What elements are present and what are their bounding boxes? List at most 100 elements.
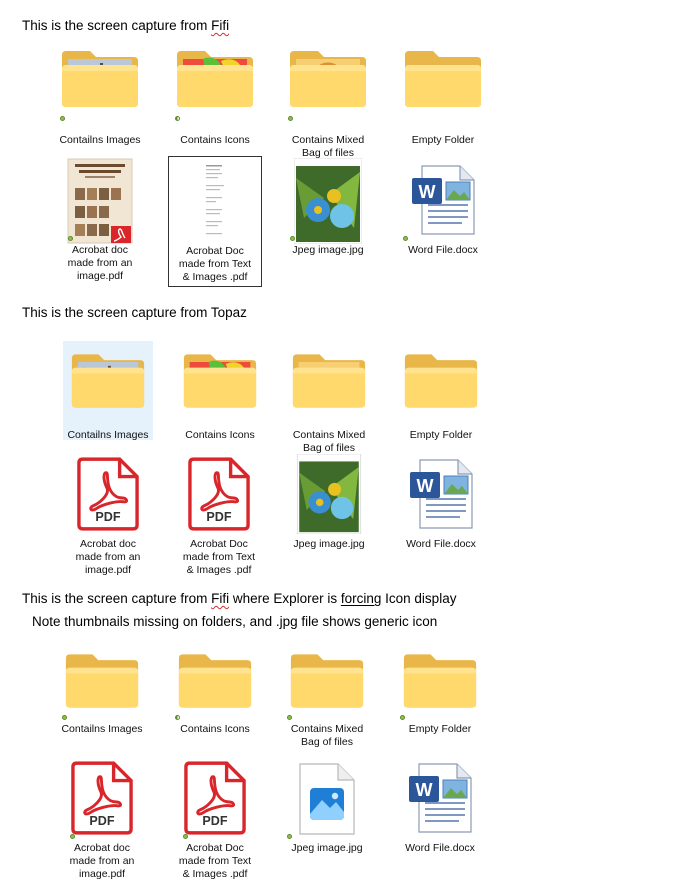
item-label: Word File.docx bbox=[405, 842, 475, 854]
section-heading-fifi: This is the screen capture from Fifi bbox=[22, 18, 229, 33]
folder-with-icons-thumbnail-icon bbox=[175, 48, 255, 110]
item-label: Acrobat doc made from an image.pdf bbox=[69, 842, 135, 880]
folder-item-contains-icons[interactable]: Contains Icons bbox=[165, 46, 265, 147]
heading-text: where Explorer is bbox=[229, 591, 341, 606]
folder-with-bird-thumbnail-icon bbox=[291, 351, 367, 411]
section-heading-fifi-forced: This is the screen capture from Fifi whe… bbox=[22, 591, 456, 606]
file-item-jpeg[interactable]: Jpeg image.jpg bbox=[279, 450, 379, 551]
jpeg-thumbnail-icon bbox=[296, 454, 362, 534]
file-item-jpeg[interactable]: Jpeg image.jpg bbox=[278, 156, 378, 257]
folder-item-empty[interactable]: Empty Folder bbox=[391, 341, 491, 442]
section-heading-topaz: This is the screen capture from Topaz bbox=[22, 305, 247, 320]
sync-status-icon bbox=[70, 834, 75, 839]
plain-folder-icon bbox=[289, 651, 365, 711]
file-item-word[interactable]: W Word File.docx bbox=[390, 754, 490, 855]
sync-status-icon bbox=[400, 715, 405, 720]
folder-item-empty[interactable]: Empty Folder bbox=[393, 46, 493, 147]
heading-underlined-word: Fifi bbox=[211, 18, 230, 33]
sync-status-icon bbox=[60, 116, 65, 121]
sync-status-icon bbox=[183, 834, 188, 839]
item-label: Contailns Images bbox=[67, 429, 149, 441]
pdf-badge-text: PDF bbox=[95, 510, 120, 524]
word-badge-text: W bbox=[417, 476, 434, 496]
item-label: Acrobat doc made from an image.pdf bbox=[75, 538, 141, 576]
word-document-icon: W bbox=[405, 762, 475, 836]
heading-text: This is the screen capture from bbox=[22, 18, 212, 33]
file-item-word[interactable]: W Word File.docx bbox=[391, 450, 491, 551]
jpeg-thumbnail-icon bbox=[294, 158, 362, 244]
item-label: Contains Icons bbox=[180, 134, 250, 146]
file-item-pdf-from-text[interactable]: Acrobat Doc made from Text & Images .pdf bbox=[168, 156, 262, 287]
pdf-icon: PDF bbox=[77, 456, 139, 532]
word-document-icon: W bbox=[408, 164, 478, 238]
folder-item-contains-images[interactable]: Contailns Images bbox=[63, 341, 153, 441]
folder-with-images-thumbnail-icon bbox=[70, 351, 146, 411]
item-label: Contains Mixed Bag of files bbox=[290, 723, 364, 748]
item-label: Empty Folder bbox=[409, 429, 473, 441]
word-badge-text: W bbox=[416, 780, 433, 800]
heading-underlined-word: Fifi bbox=[211, 591, 230, 606]
folder-item-contains-mixed[interactable]: Contains Mixed Bag of files bbox=[278, 46, 378, 160]
sync-status-icon bbox=[175, 116, 180, 121]
sync-status-icon bbox=[287, 834, 292, 839]
folder-with-images-thumbnail-icon bbox=[60, 48, 140, 110]
item-label: Contains Icons bbox=[180, 723, 250, 735]
item-label: Contailns Images bbox=[59, 134, 141, 146]
pdf-badge-text: PDF bbox=[206, 510, 231, 524]
item-label: Contailns Images bbox=[61, 723, 143, 735]
heading-text: This is the screen capture from bbox=[22, 591, 212, 606]
pdf-badge-text: PDF bbox=[89, 814, 114, 828]
folder-item-contains-mixed[interactable]: Contains Mixed Bag of files bbox=[279, 341, 379, 455]
plain-folder-icon bbox=[64, 651, 140, 711]
folder-with-mixed-thumbnail-icon bbox=[288, 48, 368, 110]
folder-with-icons-thumbnail-icon bbox=[182, 351, 258, 411]
item-label: Acrobat Doc made from Text & Images .pdf bbox=[178, 842, 252, 880]
sync-status-icon bbox=[68, 236, 73, 241]
empty-folder-icon bbox=[403, 48, 483, 110]
folder-item-contains-images[interactable]: Contailns Images bbox=[52, 641, 152, 736]
item-label: Jpeg image.jpg bbox=[292, 244, 364, 256]
item-label: Acrobat doc made from an image.pdf bbox=[67, 244, 133, 282]
folder-item-contains-images[interactable]: Contailns Images bbox=[50, 46, 150, 147]
item-label: Word File.docx bbox=[408, 244, 478, 256]
pdf-icon: PDF bbox=[188, 456, 250, 532]
file-item-word[interactable]: W Word File.docx bbox=[393, 156, 493, 257]
item-label: Contains Icons bbox=[185, 429, 255, 441]
plain-folder-icon bbox=[177, 651, 253, 711]
word-badge-text: W bbox=[419, 182, 436, 202]
folder-item-contains-icons[interactable]: Contains Icons bbox=[170, 341, 270, 442]
plain-folder-icon bbox=[402, 651, 478, 711]
file-item-pdf-from-image[interactable]: Acrobat doc made from an image.pdf bbox=[50, 156, 150, 283]
item-label: Acrobat Doc made from Text & Images .pdf bbox=[182, 538, 256, 576]
pdf-icon: PDF bbox=[71, 760, 133, 836]
file-item-jpeg[interactable]: Jpeg image.jpg bbox=[277, 754, 377, 855]
item-label: Word File.docx bbox=[406, 538, 476, 550]
file-item-pdf-from-image[interactable]: PDF Acrobat doc made from an image.pdf bbox=[52, 754, 152, 881]
folder-item-contains-icons[interactable]: Contains Icons bbox=[165, 641, 265, 736]
heading-text: Icon display bbox=[381, 591, 457, 606]
pdf-icon: PDF bbox=[184, 760, 246, 836]
sync-status-icon bbox=[62, 715, 67, 720]
empty-folder-icon bbox=[403, 351, 479, 411]
sync-status-icon bbox=[288, 116, 293, 121]
generic-image-file-icon bbox=[299, 763, 355, 835]
pdf-text-thumbnail-icon bbox=[190, 159, 240, 245]
item-label: Jpeg image.jpg bbox=[291, 842, 363, 854]
folder-item-contains-mixed[interactable]: Contains Mixed Bag of files bbox=[277, 641, 377, 749]
word-document-icon: W bbox=[406, 458, 476, 532]
note-text: Note thumbnails missing on folders, and … bbox=[32, 614, 438, 629]
folder-item-empty[interactable]: Empty Folder bbox=[390, 641, 490, 736]
heading-underlined-word: forcing bbox=[340, 591, 382, 606]
pdf-thumbnail-icon bbox=[67, 158, 133, 244]
pdf-badge-text: PDF bbox=[202, 814, 227, 828]
section-note: Note thumbnails missing on folders, and … bbox=[32, 614, 437, 629]
file-item-pdf-from-text[interactable]: PDF Acrobat Doc made from Text & Images … bbox=[169, 450, 269, 577]
sync-status-icon bbox=[290, 236, 295, 241]
heading-text: This is the screen capture from Topaz bbox=[22, 305, 247, 320]
item-label: Empty Folder bbox=[408, 723, 472, 735]
sync-status-icon bbox=[287, 715, 292, 720]
item-label: Jpeg image.jpg bbox=[293, 538, 365, 550]
file-item-pdf-from-image[interactable]: PDF Acrobat doc made from an image.pdf bbox=[58, 450, 158, 577]
sync-status-icon bbox=[403, 236, 408, 241]
file-item-pdf-from-text[interactable]: PDF Acrobat Doc made from Text & Images … bbox=[165, 754, 265, 881]
